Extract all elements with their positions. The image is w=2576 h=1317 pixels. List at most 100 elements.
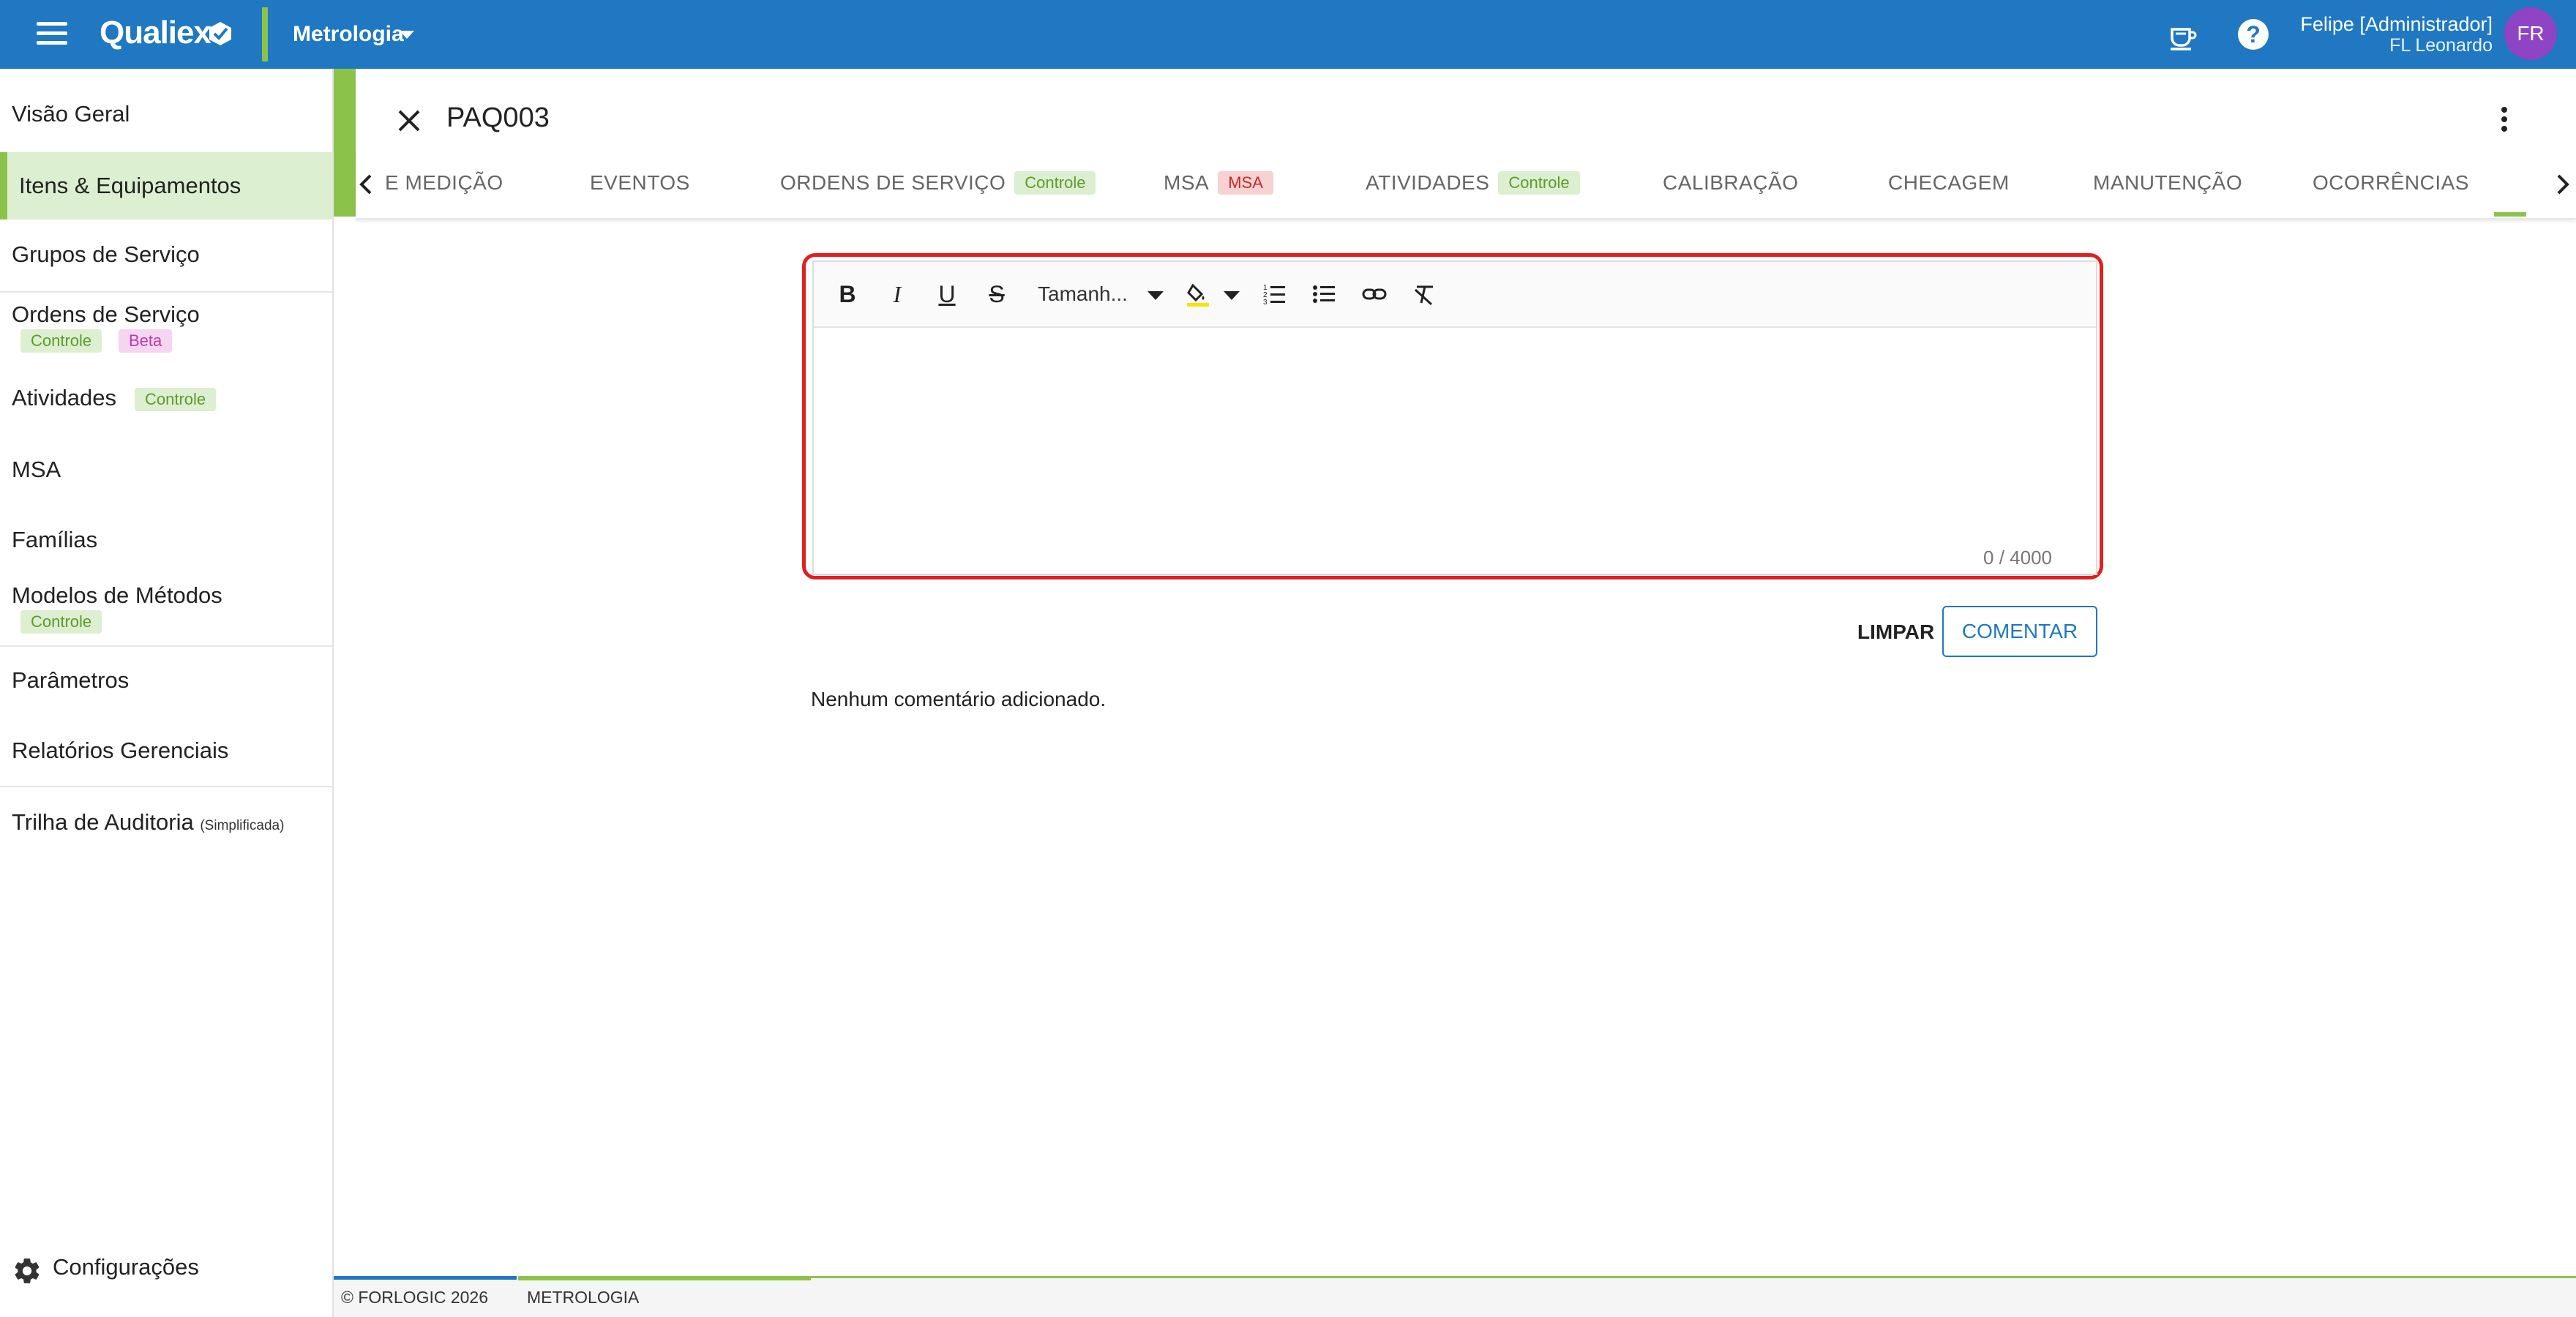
- footer-module-name: METROLOGIA: [527, 1288, 640, 1307]
- editor-toolbar: B I U S Tamanh... 1 2 3: [814, 262, 2096, 328]
- tab-label: MANUTENÇÃO: [2093, 171, 2243, 194]
- sidebar-item-parametros[interactable]: Parâmetros: [0, 667, 332, 704]
- chevron-right-icon[interactable]: [2551, 171, 2573, 198]
- settings-link[interactable]: Configurações: [53, 1254, 199, 1280]
- font-size-select[interactable]: Tamanh...: [1038, 282, 1128, 306]
- top-app-bar: Qualiex Metrologia ? Felipe [Administrad…: [0, 0, 2576, 69]
- tab-label: CALIBRAÇÃO: [1663, 171, 1799, 194]
- tab-label: MSA: [1164, 171, 1210, 194]
- tab-eventos[interactable]: EVENTOS: [590, 171, 690, 195]
- sidebar-item-atividades[interactable]: Atividades Controle: [0, 385, 332, 421]
- comment-editor: B I U S Tamanh... 1 2 3 0 / 4000: [812, 260, 2097, 575]
- menu-icon[interactable]: [37, 22, 67, 47]
- page-title: PAQ003: [446, 102, 550, 133]
- tab-label: EVENTOS: [590, 171, 690, 194]
- sidebar-item-itens-equipamentos[interactable]: Itens & Equipamentos: [0, 152, 332, 220]
- sidebar-item-label: Trilha de Auditoria: [12, 809, 194, 835]
- footer-copyright: © FORLOGIC 2026: [341, 1288, 489, 1307]
- underline-icon[interactable]: U: [934, 281, 960, 307]
- chevron-down-icon[interactable]: [400, 31, 414, 39]
- tab-manutencao[interactable]: MANUTENÇÃO: [2093, 171, 2242, 195]
- tab-ocorrencias[interactable]: OCORRÊNCIAS: [2313, 171, 2469, 195]
- logo-mark-icon: [209, 22, 231, 45]
- controle-badge: Controle: [20, 610, 102, 634]
- avatar[interactable]: FR: [2504, 7, 2557, 60]
- link-icon[interactable]: [1361, 281, 1388, 307]
- editor-text-area[interactable]: [814, 328, 2096, 574]
- msa-badge: MSA: [1218, 171, 1273, 195]
- ordered-list-icon[interactable]: 1 2 3: [1262, 281, 1288, 307]
- sidebar-item-relatorios[interactable]: Relatórios Gerenciais: [0, 738, 332, 774]
- strikethrough-icon[interactable]: S: [984, 281, 1010, 307]
- italic-icon[interactable]: I: [884, 281, 910, 307]
- sidebar-divider: [0, 291, 332, 293]
- char-counter: 0 / 4000: [1983, 547, 2052, 569]
- clear-button[interactable]: LIMPAR: [1857, 620, 1934, 644]
- help-icon[interactable]: ?: [2238, 19, 2269, 50]
- footer: © FORLOGIC 2026 METROLOGIA: [334, 1276, 2576, 1317]
- sidebar-item-label: Grupos de Serviço: [12, 241, 200, 267]
- beta-badge: Beta: [119, 329, 173, 353]
- footer-brand-line: [334, 1276, 517, 1280]
- module-selector[interactable]: Metrologia: [293, 22, 404, 47]
- sidebar-item-label-wrap: Trilha de Auditoria (Simplificada): [12, 809, 284, 836]
- tab-medicao[interactable]: E MEDIÇÃO: [385, 171, 503, 195]
- tab-label: ORDENS DE SERVIÇO: [780, 171, 1006, 194]
- sidebar-item-modelos-metodos[interactable]: Modelos de Métodos Controle: [0, 582, 332, 641]
- tab-calibracao[interactable]: CALIBRAÇÃO: [1663, 171, 1799, 195]
- chevron-down-icon[interactable]: [1147, 291, 1164, 300]
- controle-badge: Controle: [1498, 171, 1580, 195]
- sidebar-item-grupos-servico[interactable]: Grupos de Serviço: [0, 241, 332, 278]
- active-tab-indicator: [2494, 212, 2526, 217]
- sidebar: Visão Geral Itens & Equipamentos Grupos …: [0, 69, 334, 1317]
- controle-badge: Controle: [135, 388, 217, 411]
- sidebar-item-ordens-servico[interactable]: Ordens de Serviço Controle Beta: [0, 301, 332, 360]
- coffee-cup-icon[interactable]: [2168, 22, 2197, 51]
- bullet-list-icon[interactable]: [1311, 281, 1338, 307]
- tab-bar: E MEDIÇÃO EVENTOS ORDENS DE SERVIÇO Contr…: [356, 149, 2576, 220]
- sidebar-item-label: Modelos de Métodos: [12, 582, 222, 608]
- tab-ordens-servico[interactable]: ORDENS DE SERVIÇO Controle: [780, 171, 1096, 195]
- comment-button[interactable]: COMENTAR: [1942, 606, 2097, 657]
- close-icon[interactable]: [392, 104, 426, 138]
- sidebar-item-familias[interactable]: Famílias: [0, 527, 332, 563]
- sidebar-divider: [0, 645, 332, 647]
- tab-checagem[interactable]: CHECAGEM: [1888, 171, 2010, 195]
- tab-label: E MEDIÇÃO: [385, 171, 503, 194]
- user-name[interactable]: Felipe [Administrador]: [2300, 13, 2493, 36]
- sidebar-item-trilha-auditoria[interactable]: Trilha de Auditoria (Simplificada): [0, 809, 332, 846]
- clear-format-icon[interactable]: [1411, 281, 1437, 307]
- user-company: FL Leonardo: [2389, 35, 2493, 56]
- sidebar-divider: [0, 786, 332, 787]
- sidebar-item-label: Itens & Equipamentos: [19, 173, 242, 198]
- brand-divider: [262, 7, 268, 61]
- gear-icon[interactable]: [12, 1256, 42, 1286]
- tab-label: ATIVIDADES: [1366, 171, 1490, 194]
- sidebar-item-label: Famílias: [12, 527, 98, 552]
- bold-icon[interactable]: B: [834, 281, 861, 307]
- sidebar-item-label: Visão Geral: [12, 101, 130, 127]
- svg-text:3: 3: [1263, 299, 1268, 307]
- sidebar-item-visao-geral[interactable]: Visão Geral: [0, 101, 332, 145]
- tab-atividades[interactable]: ATIVIDADES Controle: [1366, 171, 1580, 195]
- sidebar-item-label: Ordens de Serviço: [12, 301, 200, 327]
- sidebar-item-label: Parâmetros: [12, 667, 130, 693]
- sidebar-item-msa[interactable]: MSA: [0, 457, 332, 493]
- controle-badge: Controle: [1014, 171, 1096, 195]
- panel-accent-strip: [334, 69, 356, 217]
- footer-accent-line-thick: [518, 1276, 811, 1280]
- highlight-color-icon[interactable]: [1186, 281, 1212, 307]
- footer-accent-line: [518, 1276, 2576, 1278]
- empty-comments-message: Nenhum comentário adicionado.: [811, 688, 1107, 710]
- brand-logo[interactable]: Qualiex: [100, 15, 211, 51]
- tab-label: OCORRÊNCIAS: [2313, 171, 2469, 194]
- tab-label: CHECAGEM: [1888, 171, 2010, 194]
- chevron-down-icon[interactable]: [1224, 291, 1240, 300]
- chevron-left-icon[interactable]: [356, 171, 378, 198]
- sidebar-item-label: MSA: [12, 457, 61, 482]
- more-vert-icon[interactable]: [2496, 107, 2513, 133]
- sidebar-item-label: Atividades: [12, 385, 117, 410]
- sidebar-item-label: Relatórios Gerenciais: [12, 738, 229, 763]
- tab-msa[interactable]: MSA MSA: [1164, 171, 1273, 195]
- sidebar-item-suffix: (Simplificada): [200, 818, 285, 833]
